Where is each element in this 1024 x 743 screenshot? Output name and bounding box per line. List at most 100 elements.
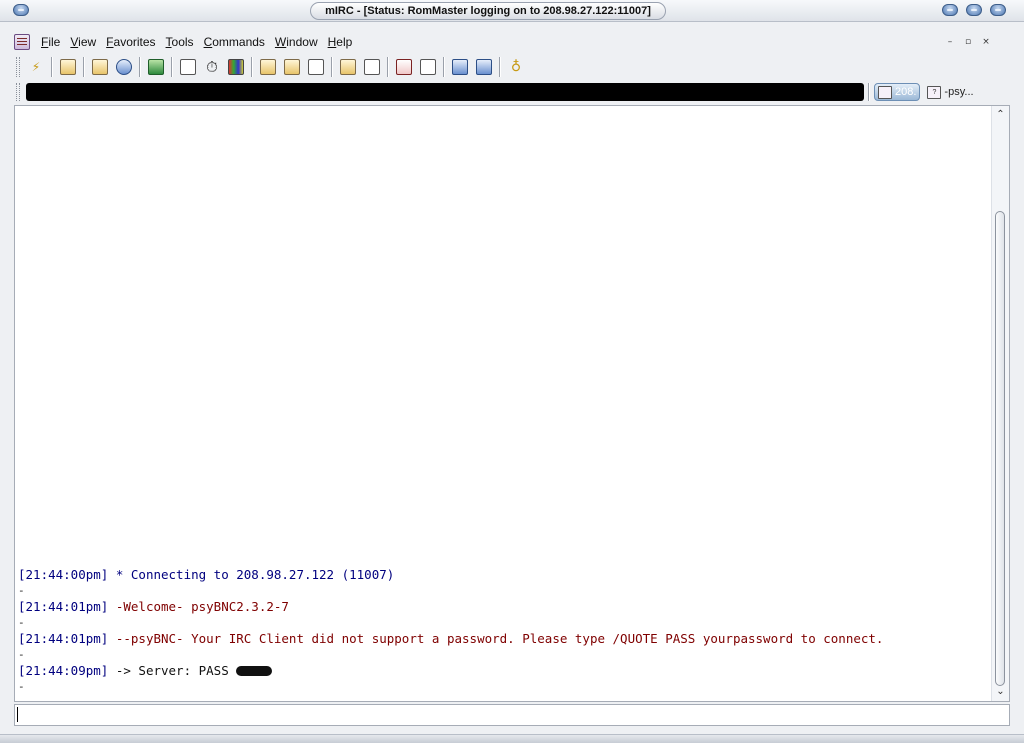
mdi-minimize-button[interactable]: – [944,37,956,48]
url-list-icon [420,59,436,75]
command-input[interactable] [14,704,1010,726]
toolbar-separator [331,57,333,77]
menu-commands-accel: C [203,35,213,49]
menu-window[interactable]: Window [270,32,323,52]
switchbar-separator [868,83,870,101]
window-bottom-frame [0,734,1024,743]
notify-icon [396,59,412,75]
scripts-editor-button[interactable] [146,57,166,77]
send-file-button[interactable] [258,57,278,77]
url-list-button[interactable] [418,57,438,77]
connect-icon: ⚡ [31,60,41,74]
menu-window-accel: W [274,35,287,49]
notify-button[interactable] [394,57,414,77]
menu-help[interactable]: Help [323,32,358,52]
maximize-button[interactable] [966,4,982,16]
switchbar-tab-query[interactable]: ? -psy... [924,83,976,101]
timer-button[interactable]: ⏱ [202,57,222,77]
log-message: --psyBNC- Your IRC Client did not suppor… [108,631,884,646]
menu-bar: File View Favorites Tools Commands Windo… [14,31,1010,53]
notify-list-icon [364,59,380,75]
scrollbar-thumb[interactable] [995,211,1005,686]
server-list-button[interactable] [114,57,134,77]
address-book-button[interactable] [178,57,198,77]
toolbar-separator [171,57,173,77]
query-window-icon: ? [927,85,942,99]
options-button[interactable] [58,57,78,77]
close-button[interactable] [990,4,1006,16]
colors-icon [228,59,244,75]
mdi-restore-button[interactable]: ▫ [962,37,974,48]
log-separator: - [18,616,25,629]
menu-help-accel: H [327,35,337,49]
toolbar-grip[interactable] [16,57,20,77]
log-line: [21:44:01pm] --psyBNC- Your IRC Client d… [18,631,989,647]
menu-file[interactable]: File [36,32,65,52]
toolbar-separator [139,57,141,77]
menu-file-label: ile [48,35,61,49]
server-list-icon [116,59,132,75]
window-title: mIRC - [Status: RomMaster logging on to … [310,2,666,20]
log-timestamp: [21:44:01pm] [18,631,109,646]
send-file-icon [260,59,276,75]
tile-windows-button[interactable] [450,57,470,77]
menu-favorites-label: avorites [113,35,156,49]
colors-button[interactable] [226,57,246,77]
menu-commands-label: ommands [212,35,265,49]
notify-list-button[interactable] [362,57,382,77]
tile-windows-icon [452,59,468,75]
channels-folder-button[interactable] [90,57,110,77]
mirc-document-icon[interactable] [14,34,30,50]
mdi-controls: – ▫ × [944,37,992,48]
log-folder-icon [340,59,356,75]
connect-button[interactable]: ⚡ [26,57,46,77]
cascade-windows-icon [476,59,492,75]
dcc-chat-icon [308,59,324,75]
switchbar-tab-status[interactable]: 208. [874,83,921,101]
switchbar-tab-label: 208. [895,86,917,98]
switchbar: 208. ? -psy... [14,81,1010,103]
redacted-region [26,83,864,101]
menu-help-label: elp [336,35,353,49]
log-line: [21:44:01pm] -Welcome- psyBNC2.3.2-7 [18,599,989,615]
dcc-chat-button[interactable] [306,57,326,77]
status-window[interactable]: [21:44:00pm] * Connecting to 208.98.27.1… [14,105,1010,702]
help-button[interactable]: ♁ [506,57,526,77]
log-message: -Welcome- psyBNC2.3.2-7 [108,599,289,614]
log-folder-button[interactable] [338,57,358,77]
toolbar-separator [83,57,85,77]
log-line: [21:44:00pm] * Connecting to 208.98.27.1… [18,567,989,583]
text-caret [17,707,18,722]
toolbar-separator [499,57,501,77]
log-timestamp: [21:44:00pm] [18,567,109,582]
log-separator: - [18,648,25,661]
window-menu-button[interactable] [13,4,29,16]
menu-view[interactable]: View [65,32,101,52]
log-separator: - [18,584,25,597]
get-file-button[interactable] [282,57,302,77]
toolbar-separator [251,57,253,77]
scroll-down-arrow-icon[interactable]: ⌄ [992,685,1009,699]
menu-tools[interactable]: Tools [161,32,199,52]
cascade-windows-button[interactable] [474,57,494,77]
log-separator: - [18,680,25,693]
mdi-close-button[interactable]: × [980,37,992,48]
scroll-up-arrow-icon[interactable]: ⌃ [992,108,1009,122]
title-bar[interactable]: mIRC - [Status: RomMaster logging on to … [0,0,1024,22]
minimize-button[interactable] [942,4,958,16]
toolbar-separator [387,57,389,77]
vertical-scrollbar[interactable]: ⌃ ⌄ [991,106,1009,701]
menu-commands[interactable]: Commands [199,32,270,52]
log-message: * Connecting to 208.98.27.122 (11007) [108,567,395,582]
message-log: [21:44:00pm] * Connecting to 208.98.27.1… [18,567,989,695]
get-file-icon [284,59,300,75]
help-icon: ♁ [510,59,522,75]
timer-icon: ⏱ [206,57,218,76]
menu-favorites[interactable]: Favorites [101,32,160,52]
log-timestamp: [21:44:09pm] [18,663,109,678]
menu-view-label: iew [78,35,97,49]
menu-tools-label: ools [171,35,194,49]
switchbar-grip[interactable] [16,83,20,101]
toolbar: ⚡ ⏱ ♁ [14,55,1010,79]
status-window-icon [878,85,892,99]
